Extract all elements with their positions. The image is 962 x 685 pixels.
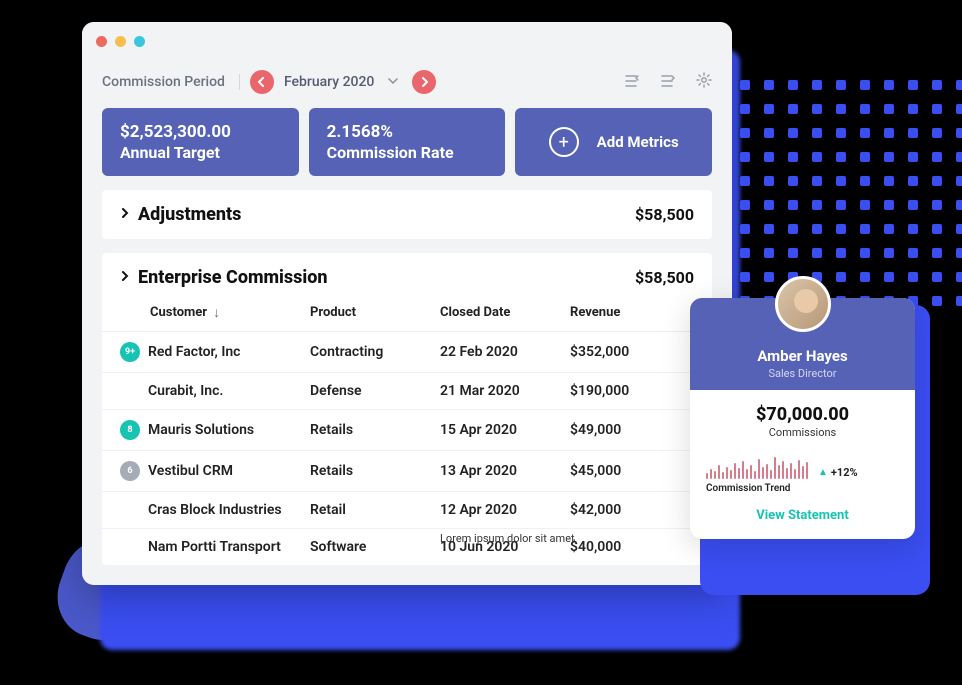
table-header: Customer ↓ Product Closed Date Revenue bbox=[102, 298, 712, 332]
cell-revenue: $45,000 bbox=[570, 463, 680, 479]
adjustments-amount: $58,500 bbox=[635, 205, 694, 224]
cell-product: Defense bbox=[310, 383, 440, 399]
add-metrics-label: Add Metrics bbox=[597, 133, 679, 151]
count-badge: 9+ bbox=[120, 342, 140, 362]
chevron-right-icon bbox=[120, 207, 130, 223]
cell-closed: 12 Apr 2020 bbox=[440, 502, 570, 518]
adjustments-title: Adjustments bbox=[138, 204, 627, 225]
trend-percent: ▲ +12% bbox=[818, 466, 858, 479]
close-window-icon[interactable] bbox=[96, 36, 107, 47]
plus-icon: + bbox=[549, 127, 579, 157]
table-row[interactable]: 9+ Red Factor, Inc Contracting22 Feb 2020$… bbox=[102, 332, 712, 373]
decorative-dot-grid bbox=[740, 80, 962, 306]
trend-sparkline bbox=[706, 453, 808, 479]
add-metrics-button[interactable]: + Add Metrics bbox=[515, 108, 712, 176]
table-row[interactable]: 6 Vestibul CRM Retails13 Apr 2020$45,000 bbox=[102, 451, 712, 492]
cell-customer: Vestibul CRM bbox=[148, 463, 233, 479]
cell-product: Contracting bbox=[310, 344, 440, 360]
enterprise-amount: $58,500 bbox=[635, 268, 694, 287]
trend-up-icon: ▲ bbox=[818, 467, 828, 478]
trend-row: ▲ +12% bbox=[706, 453, 899, 479]
chevron-left-icon bbox=[257, 77, 267, 87]
cell-closed: 22 Feb 2020 bbox=[440, 344, 570, 360]
titlebar bbox=[82, 22, 732, 60]
chevron-right-icon bbox=[120, 270, 130, 286]
cell-customer: Red Factor, Inc bbox=[148, 344, 240, 360]
avatar bbox=[775, 276, 831, 332]
profile-name: Amber Hayes bbox=[757, 347, 847, 365]
table-body: 9+Red Factor, IncContracting22 Feb 2020$… bbox=[102, 332, 712, 565]
metric-label: Annual Target bbox=[120, 143, 281, 162]
enterprise-title: Enterprise Commission bbox=[138, 267, 627, 288]
chevron-right-icon bbox=[419, 77, 429, 87]
count-badge: 6 bbox=[120, 461, 140, 481]
table-row[interactable]: Cras Block Industries Retail12 Apr 2020$4… bbox=[102, 492, 712, 529]
expand-list-icon[interactable] bbox=[624, 73, 640, 92]
cell-revenue: $40,000 bbox=[570, 539, 680, 555]
maximize-window-icon[interactable] bbox=[134, 36, 145, 47]
column-closed-date[interactable]: Closed Date bbox=[440, 304, 570, 321]
lorem-text: Lorem ipsum dolor sit amet, bbox=[440, 532, 577, 545]
period-value[interactable]: February 2020 bbox=[284, 74, 374, 90]
trend-label: Commission Trend bbox=[706, 483, 899, 494]
cell-revenue: $42,000 bbox=[570, 502, 680, 518]
commission-label: Commissions bbox=[706, 426, 899, 439]
profile-role: Sales Director bbox=[768, 367, 836, 380]
cell-product: Retails bbox=[310, 463, 440, 479]
sort-desc-icon: ↓ bbox=[213, 304, 220, 321]
cell-customer: Mauris Solutions bbox=[148, 422, 254, 438]
collapse-list-icon[interactable] bbox=[660, 73, 676, 92]
column-product[interactable]: Product bbox=[310, 304, 440, 321]
view-statement-link[interactable]: View Statement bbox=[756, 508, 848, 523]
cell-closed: 21 Mar 2020 bbox=[440, 383, 570, 399]
column-revenue[interactable]: Revenue bbox=[570, 304, 680, 321]
period-prev-button[interactable] bbox=[250, 70, 274, 94]
enterprise-commission-panel: Enterprise Commission $58,500 Customer ↓… bbox=[102, 253, 712, 565]
metric-value: 2.1568% bbox=[327, 122, 488, 142]
cell-customer: Cras Block Industries bbox=[148, 502, 282, 518]
minimize-window-icon[interactable] bbox=[115, 36, 126, 47]
enterprise-header[interactable]: Enterprise Commission $58,500 bbox=[102, 267, 712, 298]
period-label: Commission Period bbox=[102, 74, 240, 90]
metrics-row: $2,523,300.00 Annual Target 2.1568% Comm… bbox=[82, 108, 732, 190]
cell-product: Software bbox=[310, 539, 440, 555]
table-row[interactable]: 8 Mauris Solutions Retails15 Apr 2020$49,0… bbox=[102, 410, 712, 451]
cell-customer: Nam Portti Transport bbox=[148, 539, 281, 555]
period-next-button[interactable] bbox=[412, 70, 436, 94]
column-label: Customer bbox=[150, 305, 207, 320]
cell-product: Retail bbox=[310, 502, 440, 518]
cell-revenue: $49,000 bbox=[570, 422, 680, 438]
adjustments-panel[interactable]: Adjustments $58,500 bbox=[102, 190, 712, 239]
cell-revenue: $352,000 bbox=[570, 344, 680, 360]
period-header: Commission Period February 2020 bbox=[82, 60, 732, 108]
profile-card: Amber Hayes Sales Director $70,000.00 Co… bbox=[690, 298, 915, 539]
count-badge: 8 bbox=[120, 420, 140, 440]
cell-customer: Curabit, Inc. bbox=[148, 383, 223, 399]
metric-card-commission-rate: 2.1568% Commission Rate bbox=[309, 108, 506, 176]
cell-closed: 15 Apr 2020 bbox=[440, 422, 570, 438]
trend-percent-value: +12% bbox=[831, 466, 858, 479]
metric-label: Commission Rate bbox=[327, 143, 488, 162]
table-row[interactable]: Nam Portti TransportSoftware10 Jun 2020$… bbox=[102, 529, 712, 565]
cell-closed: 13 Apr 2020 bbox=[440, 463, 570, 479]
column-customer[interactable]: Customer ↓ bbox=[120, 304, 310, 321]
cell-revenue: $190,000 bbox=[570, 383, 680, 399]
chevron-down-icon[interactable] bbox=[388, 75, 398, 89]
commission-amount: $70,000.00 bbox=[706, 404, 899, 425]
metric-card-annual-target: $2,523,300.00 Annual Target bbox=[102, 108, 299, 176]
metric-value: $2,523,300.00 bbox=[120, 122, 281, 142]
profile-header: Amber Hayes Sales Director bbox=[690, 298, 915, 390]
gear-icon[interactable] bbox=[696, 72, 712, 92]
cell-product: Retails bbox=[310, 422, 440, 438]
app-window: Commission Period February 2020 $2,523,3… bbox=[82, 22, 732, 585]
profile-body: $70,000.00 Commissions ▲ +12% Commission… bbox=[690, 390, 915, 539]
table-row[interactable]: Curabit, Inc. Defense21 Mar 2020$190,000 bbox=[102, 373, 712, 410]
